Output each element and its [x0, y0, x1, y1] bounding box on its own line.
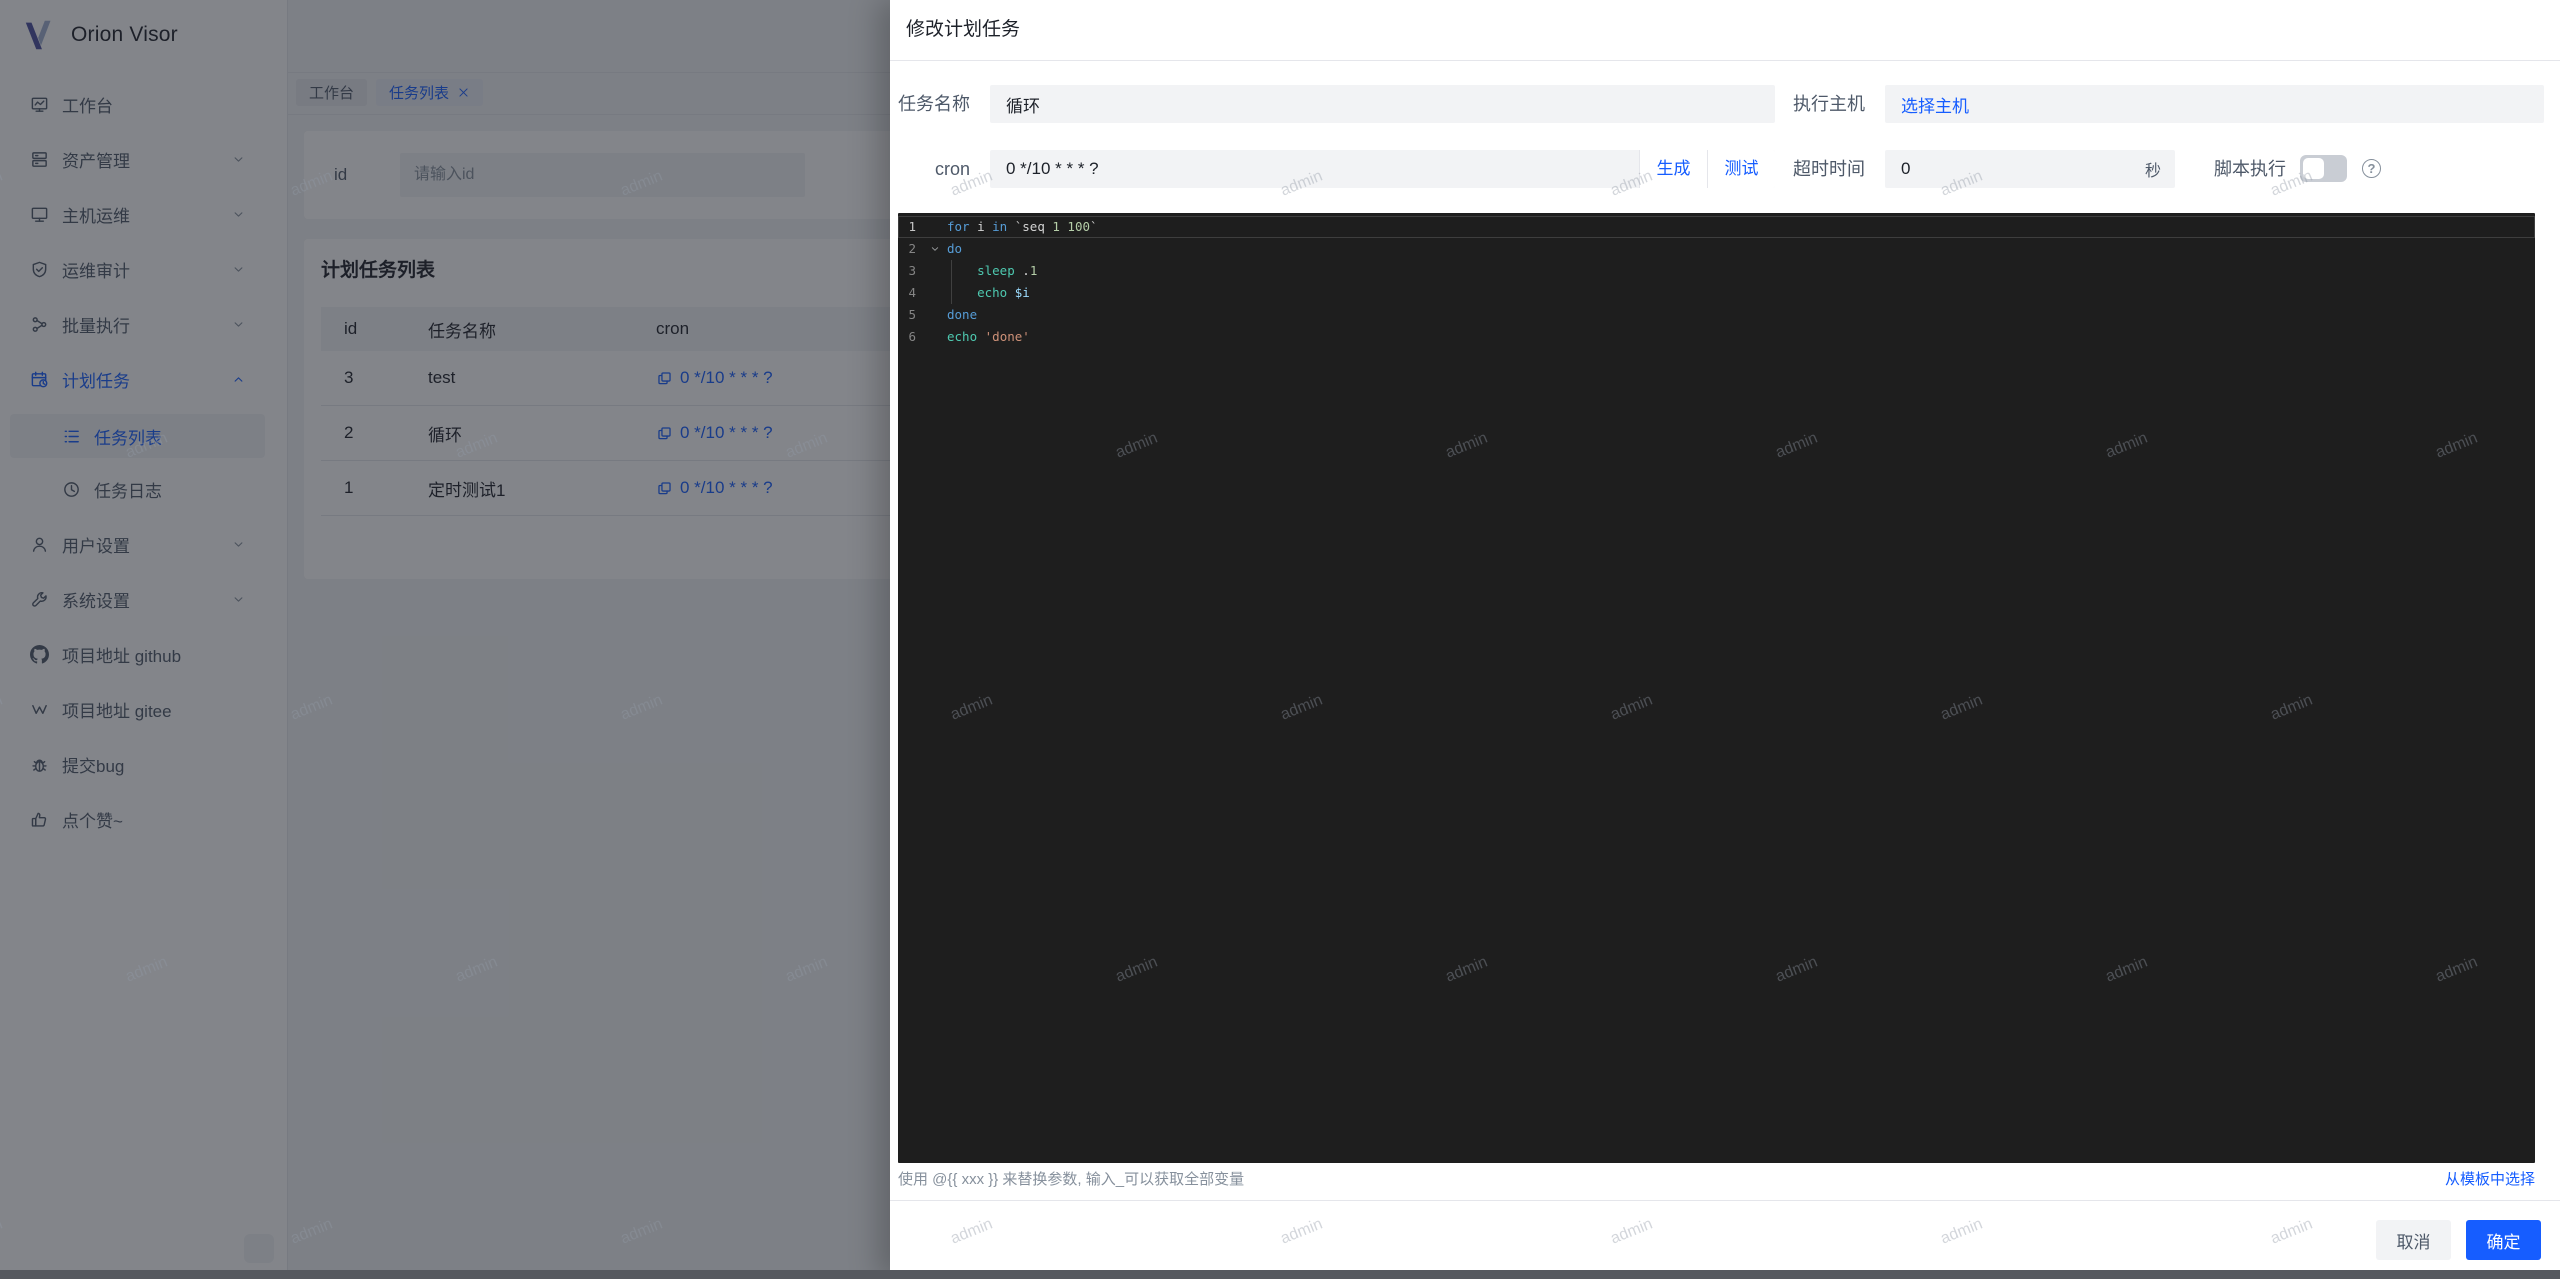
- script-exec-label: 脚本执行: [2214, 159, 2286, 179]
- line-number: 3: [908, 263, 916, 278]
- line-number: 4: [908, 285, 916, 300]
- cron-generate-button[interactable]: 生成: [1639, 150, 1707, 188]
- drawer-title: 修改计划任务: [906, 19, 1021, 40]
- timeout-field: 秒: [1885, 150, 2175, 188]
- line-number: 1: [908, 219, 916, 234]
- script-exec-toggle[interactable]: [2300, 155, 2347, 182]
- code-line: 3 sleep .1: [898, 260, 2535, 282]
- cancel-button[interactable]: 取消: [2376, 1220, 2451, 1260]
- task-name-label: 任务名称: [898, 94, 970, 114]
- screen: Orion Visor 工作台资产管理主机运维运维审计批量执行计划任务任务列表任…: [0, 0, 2560, 1279]
- exec-host-label: 执行主机: [1793, 94, 1865, 114]
- code-line: 5 done: [898, 304, 2535, 326]
- fold-chevron-icon[interactable]: [929, 243, 941, 255]
- close-icon: [2521, 21, 2540, 40]
- code-line: 2 do: [898, 238, 2535, 260]
- drawer-footer: 取消 确定: [890, 1200, 2560, 1279]
- toggle-knob: [2303, 158, 2324, 179]
- drawer-modify-task: 修改计划任务 任务名称 执行主机 选择主机 cron 0 */10 * * * …: [890, 0, 2560, 1279]
- timeout-label: 超时时间: [1793, 159, 1865, 179]
- line-number: 6: [908, 329, 916, 344]
- code-line: 4 echo $i: [898, 282, 2535, 304]
- timeout-input[interactable]: [1885, 151, 2145, 187]
- host-select-field: 选择主机: [1885, 85, 2544, 123]
- task-name-input[interactable]: [990, 85, 1775, 123]
- confirm-button[interactable]: 确定: [2466, 1220, 2541, 1260]
- os-bottom-bar: [0, 1270, 2560, 1279]
- cron-input[interactable]: 0 */10 * * * ?: [990, 150, 1639, 188]
- code-line: 6 echo 'done': [898, 326, 2535, 348]
- editor-hint: 使用 @{{ xxx }} 来替换参数, 输入_可以获取全部变量: [898, 1171, 1245, 1188]
- drawer-header: 修改计划任务: [890, 0, 2560, 61]
- cron-test-button[interactable]: 测试: [1707, 150, 1775, 188]
- indent-guide: [951, 282, 952, 304]
- cron-label: cron: [934, 159, 970, 179]
- line-number: 2: [908, 241, 916, 256]
- select-host-link[interactable]: 选择主机: [1901, 92, 1969, 117]
- code-line: 1 for i in `seq 1 100`: [898, 216, 2535, 238]
- line-number: 5: [908, 307, 916, 322]
- cron-input-group: 0 */10 * * * ? 生成 测试: [990, 150, 1775, 188]
- select-from-template-link[interactable]: 从模板中选择: [2445, 1168, 2535, 1189]
- indent-guide: [951, 260, 952, 282]
- help-icon[interactable]: ?: [2362, 159, 2381, 178]
- script-code-editor[interactable]: 1 for i in `seq 1 100` 2 do 3 sleep .1 4 echo…: [898, 213, 2535, 1163]
- timeout-unit: 秒: [2144, 163, 2161, 180]
- close-button[interactable]: [2514, 14, 2546, 46]
- drawer-body: 任务名称 执行主机 选择主机 cron 0 */10 * * * ? 生成 测试…: [890, 60, 2560, 1279]
